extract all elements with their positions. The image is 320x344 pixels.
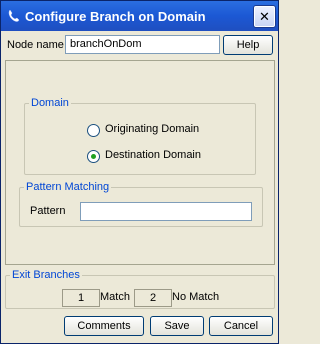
comments-button[interactable]: Comments <box>64 316 144 336</box>
help-button[interactable]: Help <box>223 35 273 55</box>
save-button[interactable]: Save <box>150 316 204 336</box>
nomatch-count: 2 <box>134 289 172 307</box>
title-bar[interactable]: Configure Branch on Domain ✕ <box>1 1 278 31</box>
main-panel: Domain Originating Domain Destination Do… <box>5 60 275 265</box>
match-label: Match <box>100 291 130 303</box>
destination-domain-radio[interactable] <box>87 150 100 163</box>
node-name-field[interactable]: branchOnDom <box>65 35 220 54</box>
originating-domain-radio[interactable] <box>87 124 100 137</box>
exit-branches-legend: Exit Branches <box>10 269 82 281</box>
originating-domain-label[interactable]: Originating Domain <box>105 123 199 135</box>
pattern-matching-legend: Pattern Matching <box>24 181 112 193</box>
domain-group: Domain Originating Domain Destination Do… <box>24 97 256 175</box>
domain-legend: Domain <box>29 97 71 109</box>
destination-domain-label[interactable]: Destination Domain <box>105 149 201 161</box>
pattern-input[interactable] <box>80 202 252 221</box>
close-button[interactable]: ✕ <box>254 6 275 27</box>
nomatch-label: No Match <box>172 291 220 303</box>
dialog-window: Configure Branch on Domain ✕ Node name b… <box>0 0 279 344</box>
match-count: 1 <box>62 289 100 307</box>
pattern-matching-group: Pattern Matching Pattern <box>19 181 263 227</box>
exit-branches-group: Exit Branches 1 Match 2 No Match <box>5 269 275 309</box>
phone-icon <box>8 9 20 22</box>
cancel-button[interactable]: Cancel <box>209 316 273 336</box>
close-icon: ✕ <box>259 8 270 24</box>
pattern-label: Pattern <box>30 205 66 217</box>
node-name-label: Node name <box>7 39 64 51</box>
window-title: Configure Branch on Domain <box>25 9 206 24</box>
